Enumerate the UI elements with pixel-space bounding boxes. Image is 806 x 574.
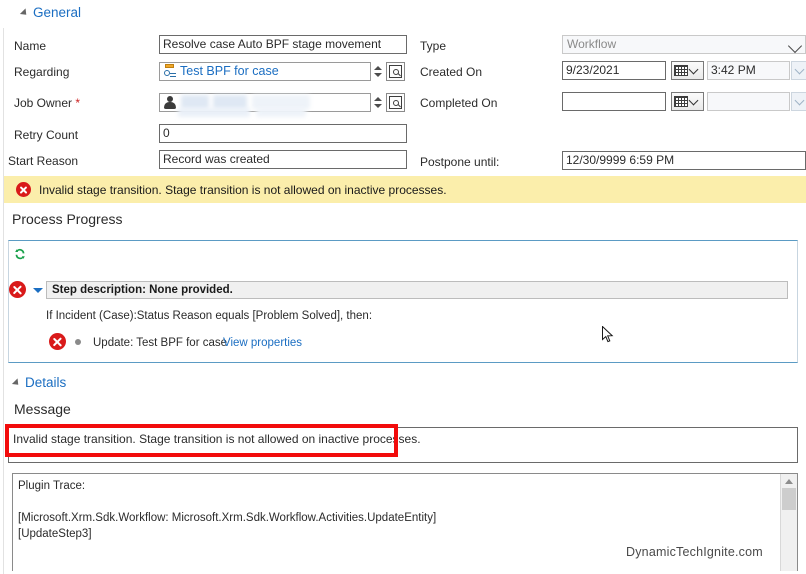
field-label-completed-on: Completed On xyxy=(420,96,498,110)
process-progress-heading: Process Progress xyxy=(12,211,123,227)
chevron-down-icon[interactable] xyxy=(33,288,43,293)
created-on-time-input[interactable]: 3:42 PM xyxy=(707,61,790,80)
job-owner-lookup-button[interactable] xyxy=(386,93,405,112)
collapse-triangle-icon[interactable] xyxy=(11,378,22,388)
completed-on-time-input[interactable] xyxy=(707,92,790,111)
chevron-down-icon xyxy=(794,64,805,74)
scroll-up-arrow-icon[interactable] xyxy=(785,479,793,484)
user-icon xyxy=(163,95,177,109)
step-condition-text: If Incident (Case):Status Reason equals … xyxy=(46,310,373,322)
view-properties-link[interactable]: View properties xyxy=(223,337,302,349)
step-action-text: Update: Test BPF for case xyxy=(93,337,228,349)
field-label-start-reason: Start Reason xyxy=(8,154,79,168)
field-label-created-on: Created On xyxy=(420,65,483,79)
chevron-down-icon xyxy=(794,95,805,105)
plugin-trace-scrollbar[interactable] xyxy=(780,474,797,571)
section-title-details: Details xyxy=(25,375,67,390)
type-select-value: Workflow xyxy=(567,37,617,51)
completed-on-date-picker-button[interactable] xyxy=(671,92,704,111)
calendar-icon xyxy=(674,96,688,107)
collapse-triangle-icon[interactable] xyxy=(19,8,30,18)
refresh-icon[interactable] xyxy=(12,246,28,262)
section-header-general[interactable]: General xyxy=(19,5,82,20)
calendar-icon xyxy=(674,65,688,76)
mouse-pointer-icon xyxy=(602,325,614,344)
field-label-retry-count: Retry Count xyxy=(14,128,79,142)
action-status-error-icon xyxy=(49,333,66,350)
step-description-header[interactable]: Step description: None provided. xyxy=(46,281,788,299)
regarding-lookup-button[interactable] xyxy=(386,62,405,81)
bpf-record-icon xyxy=(163,64,177,78)
start-reason-input[interactable]: Record was created xyxy=(159,150,407,169)
job-owner-lookup-input[interactable] xyxy=(159,93,371,112)
search-icon xyxy=(389,65,402,78)
section-title-general: General xyxy=(33,5,82,20)
created-on-date-input[interactable]: 9/23/2021 xyxy=(562,61,666,80)
chevron-down-icon xyxy=(688,64,699,74)
field-label-job-owner: Job Owner * xyxy=(14,96,81,110)
message-textarea[interactable]: Invalid stage transition. Stage transiti… xyxy=(8,427,798,463)
completed-on-date-input[interactable] xyxy=(562,92,666,111)
section-header-details[interactable]: Details xyxy=(11,375,67,390)
created-on-date-picker-button[interactable] xyxy=(671,61,704,80)
error-icon xyxy=(16,182,31,197)
step-status-error-icon xyxy=(9,281,26,298)
field-label-regarding: Regarding xyxy=(14,65,70,79)
type-select[interactable]: Workflow xyxy=(562,35,806,54)
required-marker: * xyxy=(75,96,81,110)
chevron-down-icon xyxy=(787,38,803,56)
completed-on-time-dropdown[interactable] xyxy=(791,92,806,111)
bullet-icon xyxy=(75,339,81,345)
created-on-time-dropdown[interactable] xyxy=(791,61,806,80)
name-input[interactable]: Resolve case Auto BPF stage movement xyxy=(159,35,407,54)
scrollbar-thumb[interactable] xyxy=(782,488,796,510)
chevron-down-icon xyxy=(688,95,699,105)
retry-count-input[interactable]: 0 xyxy=(159,124,407,143)
job-owner-spinner[interactable] xyxy=(371,93,384,112)
field-label-postpone-until: Postpone until: xyxy=(420,155,500,169)
watermark-text: DynamicTechIgnite.com xyxy=(626,545,763,559)
workflow-job-form: General Name Resolve case Auto BPF stage… xyxy=(0,0,806,574)
postpone-until-input[interactable]: 12/30/9999 6:59 PM xyxy=(562,151,806,170)
error-banner-text: Invalid stage transition. Stage transiti… xyxy=(39,182,447,197)
regarding-lookup-input[interactable]: Test BPF for case xyxy=(159,62,371,81)
regarding-spinner[interactable] xyxy=(371,62,384,81)
field-label-name: Name xyxy=(14,39,47,53)
message-label: Message xyxy=(14,401,71,417)
field-label-type: Type xyxy=(420,39,447,53)
search-icon xyxy=(389,96,402,109)
left-rail-divider xyxy=(3,28,4,574)
error-banner: Invalid stage transition. Stage transiti… xyxy=(4,176,806,203)
